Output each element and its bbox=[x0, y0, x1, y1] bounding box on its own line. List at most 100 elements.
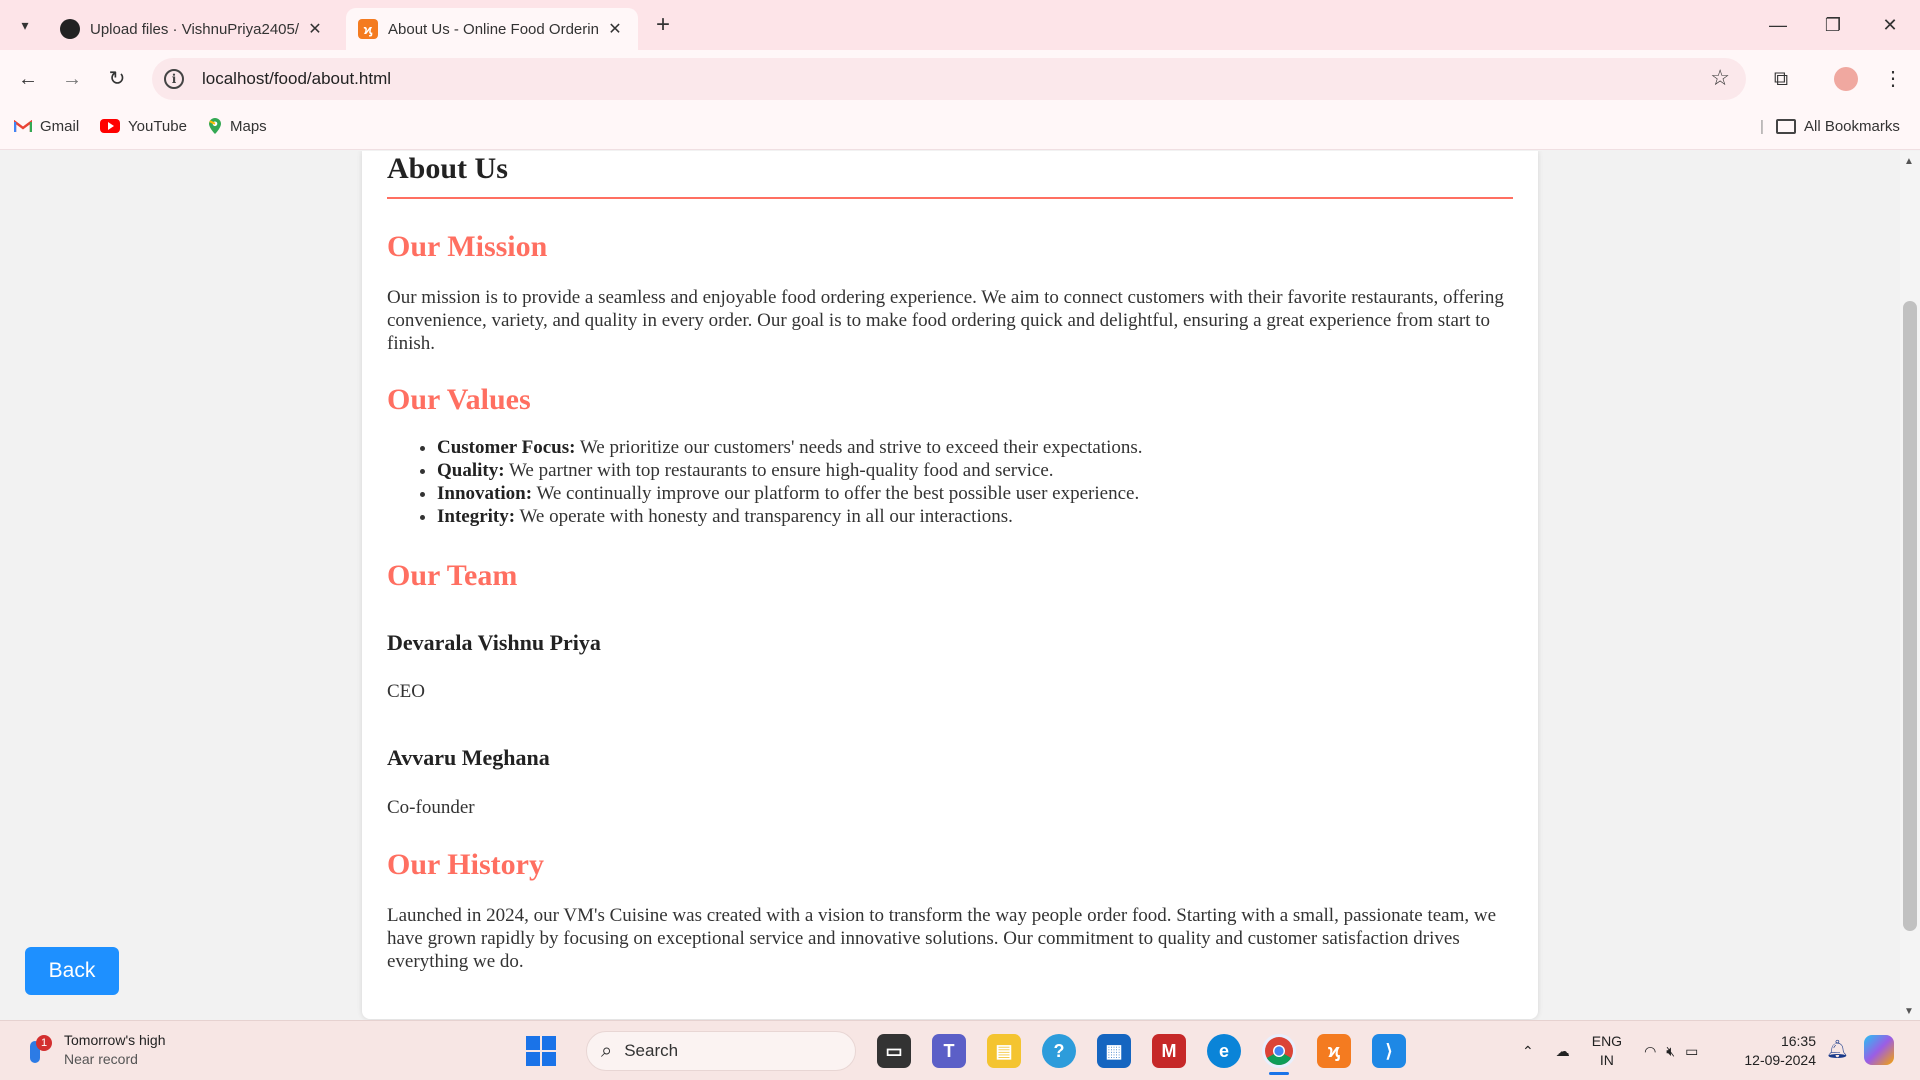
forward-arrow-icon[interactable]: → bbox=[57, 64, 87, 94]
values-heading: Our Values bbox=[387, 383, 531, 416]
clock[interactable]: 16:35 12-09-2024 bbox=[1736, 1032, 1816, 1070]
value-term: Customer Focus: bbox=[437, 437, 576, 458]
back-button[interactable]: Back bbox=[25, 947, 119, 995]
bookmark-maps[interactable]: Maps bbox=[208, 108, 267, 144]
search-placeholder: Search bbox=[624, 1041, 679, 1060]
thermometer-icon: 1 bbox=[26, 1035, 52, 1065]
taskbar-search[interactable]: ⌕ Search bbox=[586, 1031, 856, 1071]
windows-taskbar: 1 Tomorrow's high Near record ⌕ Search ▭… bbox=[0, 1020, 1920, 1080]
reload-icon[interactable]: ↻ bbox=[102, 64, 132, 94]
tab-search-dropdown-icon[interactable]: ▾ bbox=[12, 12, 38, 38]
list-item: Customer Focus: We prioritize our custom… bbox=[437, 436, 1507, 459]
close-icon[interactable]: ✕ bbox=[304, 19, 326, 39]
search-icon: ⌕ bbox=[601, 1039, 613, 1062]
browser-toolbar: ← → ↻ i localhost/food/about.html ☆ ⧉ ⋮ bbox=[0, 50, 1920, 108]
team-heading: Our Team bbox=[387, 559, 518, 592]
team-member-name: Avvaru Meghana bbox=[387, 745, 550, 770]
copilot-icon[interactable] bbox=[1864, 1035, 1894, 1065]
history-heading: Our History bbox=[387, 848, 544, 881]
history-text: Launched in 2024, our VM's Cuisine was c… bbox=[387, 905, 1497, 972]
vertical-scrollbar[interactable]: ▲ ▼ bbox=[1900, 151, 1920, 1020]
help-icon[interactable]: ? bbox=[1042, 1034, 1076, 1068]
extensions-icon[interactable]: ⧉ bbox=[1766, 64, 1796, 94]
taskbar-apps: ⌕ Search ▭ T ▤ ? ▦ M e ϗ ⟩ bbox=[526, 1029, 1406, 1075]
wifi-icon[interactable]: ◠ bbox=[1644, 1042, 1656, 1061]
value-term: Quality: bbox=[437, 460, 505, 481]
battery-icon[interactable]: ▭ bbox=[1685, 1042, 1698, 1061]
scrollbar-thumb[interactable] bbox=[1903, 301, 1917, 931]
list-item: Innovation: We continually improve our p… bbox=[437, 482, 1507, 505]
store-icon[interactable]: ▦ bbox=[1097, 1034, 1131, 1068]
teams-icon[interactable]: T bbox=[932, 1034, 966, 1068]
bookmark-label: Gmail bbox=[40, 117, 80, 135]
onedrive-icon[interactable]: ☁ bbox=[1556, 1042, 1570, 1061]
browser-tab-strip: ▾ Upload files · VishnuPriya2405/ ✕ ϗ Ab… bbox=[0, 0, 1920, 50]
bookmark-label: Maps bbox=[230, 117, 267, 135]
notification-bell-icon[interactable]: 🔔︎ bbox=[1826, 1039, 1849, 1059]
bookmark-label: YouTube bbox=[128, 117, 187, 135]
all-bookmarks-label: All Bookmarks bbox=[1804, 117, 1900, 135]
value-text: We partner with top restaurants to ensur… bbox=[504, 460, 1054, 481]
edge-icon[interactable]: e bbox=[1207, 1034, 1241, 1068]
chevron-up-icon[interactable]: ⌃ bbox=[1522, 1042, 1534, 1061]
tab-title: About Us - Online Food Orderin bbox=[388, 20, 599, 38]
mission-text: Our mission is to provide a seamless and… bbox=[387, 287, 1504, 354]
volume-muted-icon[interactable]: 🔇︎ bbox=[1666, 1042, 1675, 1061]
restore-icon[interactable]: ❐ bbox=[1813, 10, 1853, 40]
all-bookmarks[interactable]: All Bookmarks bbox=[1776, 108, 1900, 144]
system-tray: ⌃ ☁ ENG IN ◠ 🔇︎ ▭ bbox=[1500, 1029, 1698, 1073]
task-view-icon[interactable]: ▭ bbox=[877, 1034, 911, 1068]
page-title: About Us bbox=[387, 151, 1513, 199]
windows-start-icon[interactable] bbox=[526, 1036, 556, 1066]
github-icon bbox=[60, 19, 80, 39]
bookmarks-divider: | bbox=[1760, 117, 1764, 135]
tab-about-us[interactable]: ϗ About Us - Online Food Orderin ✕ bbox=[346, 8, 638, 50]
about-card: About Us Our Mission Our mission is to p… bbox=[362, 151, 1538, 1019]
scroll-up-icon[interactable]: ▲ bbox=[1904, 156, 1914, 167]
bookmark-gmail[interactable]: Gmail bbox=[14, 108, 79, 144]
minimize-icon[interactable]: — bbox=[1758, 10, 1798, 40]
mcafee-icon[interactable]: M bbox=[1152, 1034, 1186, 1068]
lang-top: ENG bbox=[1591, 1033, 1623, 1049]
value-text: We operate with honesty and transparency… bbox=[515, 506, 1013, 527]
maps-icon bbox=[208, 117, 222, 135]
clock-time: 16:35 bbox=[1780, 1033, 1816, 1049]
bookmarks-bar: Gmail YouTube Maps | All Bookmarks bbox=[0, 108, 1920, 150]
notification-badge: 1 bbox=[36, 1035, 52, 1051]
page-viewport: About Us Our Mission Our mission is to p… bbox=[0, 151, 1920, 1020]
mission-heading: Our Mission bbox=[387, 230, 548, 263]
site-info-icon[interactable]: i bbox=[164, 69, 184, 89]
file-explorer-icon[interactable]: ▤ bbox=[987, 1034, 1021, 1068]
folder-icon bbox=[1776, 118, 1796, 134]
team-member-role: Co-founder bbox=[387, 797, 475, 818]
close-window-icon[interactable]: ✕ bbox=[1870, 10, 1910, 40]
kebab-menu-icon[interactable]: ⋮ bbox=[1878, 64, 1908, 94]
url-text[interactable]: localhost/food/about.html bbox=[202, 69, 391, 89]
weather-subtitle: Near record bbox=[64, 1051, 138, 1067]
profile-avatar[interactable] bbox=[1834, 67, 1858, 91]
value-term: Innovation: bbox=[437, 483, 533, 504]
value-text: We continually improve our platform to o… bbox=[532, 483, 1140, 504]
language-indicator[interactable]: ENG IN bbox=[1592, 1032, 1622, 1070]
tab-title: Upload files · VishnuPriya2405/ bbox=[90, 20, 300, 38]
new-tab-icon[interactable]: + bbox=[650, 12, 676, 38]
gmail-icon bbox=[14, 119, 32, 133]
vscode-icon[interactable]: ⟩ bbox=[1372, 1034, 1406, 1068]
tab-upload-files[interactable]: Upload files · VishnuPriya2405/ ✕ bbox=[48, 8, 338, 50]
team-member-name: Devarala Vishnu Priya bbox=[387, 630, 601, 655]
value-term: Integrity: bbox=[437, 506, 516, 527]
weather-widget[interactable]: 1 Tomorrow's high Near record bbox=[26, 1031, 166, 1069]
bookmark-youtube[interactable]: YouTube bbox=[100, 108, 187, 144]
list-item: Integrity: We operate with honesty and t… bbox=[437, 505, 1507, 528]
bookmark-star-icon[interactable]: ☆ bbox=[1710, 66, 1730, 90]
scroll-down-icon[interactable]: ▼ bbox=[1904, 1006, 1914, 1017]
weather-title: Tomorrow's high bbox=[64, 1032, 166, 1048]
close-icon[interactable]: ✕ bbox=[604, 19, 626, 39]
team-member-role: CEO bbox=[387, 681, 425, 702]
list-item: Quality: We partner with top restaurants… bbox=[437, 459, 1507, 482]
back-arrow-icon[interactable]: ← bbox=[13, 64, 43, 94]
youtube-icon bbox=[100, 119, 120, 133]
chrome-icon[interactable] bbox=[1262, 1034, 1296, 1075]
xampp-icon[interactable]: ϗ bbox=[1317, 1034, 1351, 1068]
address-bar[interactable]: i localhost/food/about.html ☆ bbox=[152, 58, 1746, 100]
